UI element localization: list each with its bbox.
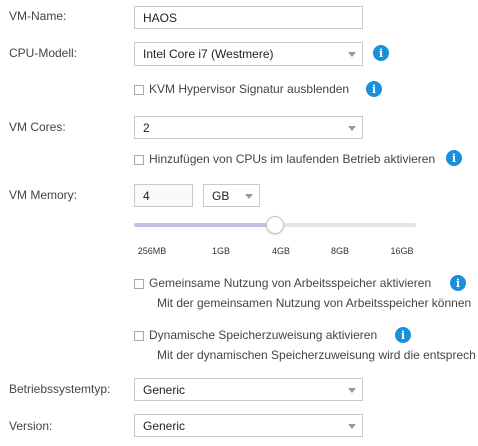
memory-slider-fill xyxy=(134,223,275,227)
vm-memory-unit-select[interactable]: GB xyxy=(203,184,260,207)
memory-tick-label: 4GB xyxy=(271,246,291,256)
info-glyph: i xyxy=(455,276,461,290)
chevron-down-icon xyxy=(245,193,253,199)
shared-memory-label: Gemeinsame Nutzung von Arbeitsspeicher a… xyxy=(149,276,432,290)
dynamic-memory-description: Mit der dynamischen Speicherzuweisung wi… xyxy=(157,348,476,362)
chevron-down-icon xyxy=(348,125,356,131)
info-icon[interactable]: i xyxy=(446,150,462,166)
vm-memory-value: 4 xyxy=(143,188,150,203)
memory-tick-label: 1GB xyxy=(211,246,231,256)
info-icon[interactable]: i xyxy=(373,45,389,61)
vm-name-value: HAOS xyxy=(143,10,178,25)
os-type-select[interactable]: Generic xyxy=(134,378,363,401)
version-select[interactable]: Generic xyxy=(134,414,363,437)
info-icon[interactable]: i xyxy=(395,327,411,343)
cpu-model-label: CPU-Modell: xyxy=(9,46,78,60)
cpu-model-value: Intel Core i7 (Westmere) xyxy=(143,47,274,61)
info-icon[interactable]: i xyxy=(366,81,382,97)
version-value: Generic xyxy=(143,418,186,433)
vm-cores-value: 2 xyxy=(143,120,150,135)
info-glyph: i xyxy=(451,151,457,165)
chevron-down-icon xyxy=(348,423,356,429)
info-icon[interactable]: i xyxy=(450,275,466,291)
vm-name-input[interactable]: HAOS xyxy=(134,6,363,29)
info-glyph: i xyxy=(378,46,384,60)
info-glyph: i xyxy=(400,328,406,342)
version-label: Version: xyxy=(9,419,53,433)
shared-memory-checkbox[interactable] xyxy=(134,279,144,289)
chevron-down-icon xyxy=(348,387,356,393)
cpu-model-select[interactable]: Intel Core i7 (Westmere) xyxy=(134,42,363,66)
vm-memory-unit-value: GB xyxy=(212,188,230,203)
memory-tick-label: 16GB xyxy=(390,246,414,256)
vm-name-label: VM-Name: xyxy=(9,9,67,23)
vm-memory-label: VM Memory: xyxy=(9,188,78,202)
chevron-down-icon xyxy=(348,52,356,57)
os-type-value: Generic xyxy=(143,382,186,397)
vm-cores-select[interactable]: 2 xyxy=(134,116,363,139)
memory-tick-label: 256MB xyxy=(137,246,167,256)
shared-memory-description: Mit der gemeinsamen Nutzung von Arbeitss… xyxy=(157,296,472,310)
os-type-label: Betriebssystemtyp: xyxy=(9,382,111,396)
dynamic-memory-label: Dynamische Speicherzuweisung aktivieren xyxy=(149,328,378,342)
memory-tick-label: 8GB xyxy=(330,246,350,256)
info-glyph: i xyxy=(371,82,377,96)
vm-cores-label: VM Cores: xyxy=(9,120,66,134)
vm-memory-input[interactable]: 4 xyxy=(134,184,193,207)
cpu-hotplug-label: Hinzufügen von CPUs im laufenden Betrieb… xyxy=(149,152,436,166)
memory-slider-handle[interactable] xyxy=(266,216,284,234)
kvm-hide-label: KVM Hypervisor Signatur ausblenden xyxy=(149,82,350,96)
kvm-hide-checkbox[interactable] xyxy=(134,85,144,95)
dynamic-memory-checkbox[interactable] xyxy=(134,331,144,341)
cpu-hotplug-checkbox[interactable] xyxy=(134,155,144,165)
